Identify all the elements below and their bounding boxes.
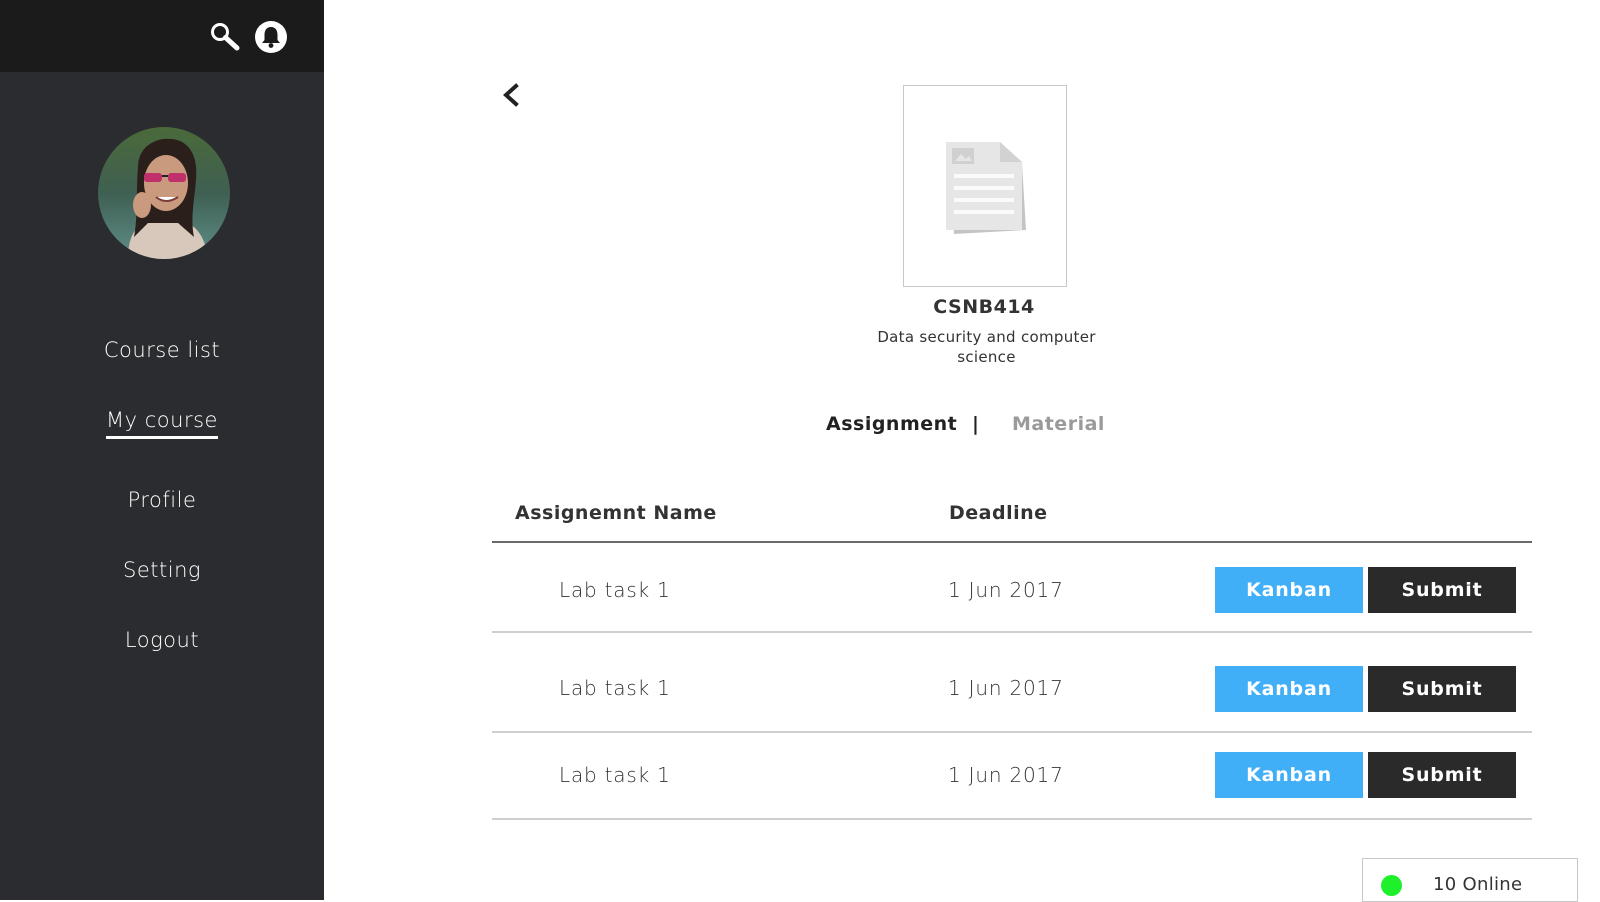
sidebar-item-setting[interactable]: Setting [0, 558, 324, 586]
online-indicator-dot [1381, 875, 1402, 896]
assignment-deadline: 1 Jun 2017 [948, 578, 1064, 602]
document-placeholder-icon [946, 142, 1026, 234]
course-thumbnail [903, 85, 1067, 287]
assignment-table: Assignemnt Name Deadline Lab task 1 1 Ju… [492, 484, 1532, 820]
table-row: Lab task 1 1 Jun 2017 Kanban Submit [492, 733, 1532, 820]
column-header-deadline: Deadline [949, 502, 1048, 524]
kanban-button[interactable]: Kanban [1215, 567, 1363, 613]
table-row: Lab task 1 1 Jun 2017 Kanban Submit [492, 543, 1532, 633]
course-tabs: Assignment | Material [804, 413, 1164, 443]
online-count: 10 Online [1433, 874, 1523, 895]
avatar-photo [98, 127, 230, 259]
sidebar-topbar [0, 0, 324, 72]
submit-button[interactable]: Submit [1368, 567, 1516, 613]
sidebar-item-logout[interactable]: Logout [0, 628, 324, 656]
assignment-deadline: 1 Jun 2017 [948, 676, 1064, 700]
kanban-button[interactable]: Kanban [1215, 752, 1363, 798]
assignment-deadline: 1 Jun 2017 [948, 763, 1064, 787]
sidebar-item-profile[interactable]: Profile [0, 488, 324, 516]
main-content: CSNB414 Data security and computer scien… [324, 0, 1600, 902]
assignment-name: Lab task 1 [559, 763, 671, 787]
kanban-button[interactable]: Kanban [1215, 666, 1363, 712]
sidebar-item-label: Logout [124, 628, 200, 652]
sidebar-item-label: Profile [127, 488, 197, 512]
sidebar-item-label: Setting [123, 558, 201, 582]
tab-material[interactable]: Material [1012, 413, 1105, 435]
column-header-name: Assignemnt Name [515, 502, 717, 524]
sidebar-item-label: Course list [103, 338, 221, 362]
bell-icon[interactable] [254, 20, 288, 54]
online-status-widget[interactable]: 10 Online [1362, 858, 1578, 902]
sidebar-item-label: My course [106, 408, 218, 439]
course-code: CSNB414 [933, 296, 1035, 318]
tab-separator: | [972, 413, 979, 435]
assignment-name: Lab task 1 [559, 578, 671, 602]
search-icon[interactable] [208, 20, 242, 54]
sidebar-item-my-course[interactable]: My course [0, 408, 324, 439]
submit-button[interactable]: Submit [1368, 666, 1516, 712]
tab-assignment[interactable]: Assignment [826, 413, 957, 435]
submit-button[interactable]: Submit [1368, 752, 1516, 798]
assignment-name: Lab task 1 [559, 676, 671, 700]
course-description: Data security and computer science [877, 328, 1096, 366]
sidebar-item-course-list[interactable]: Course list [0, 338, 324, 366]
table-row: Lab task 1 1 Jun 2017 Kanban Submit [492, 633, 1532, 733]
table-header: Assignemnt Name Deadline [492, 484, 1532, 543]
avatar[interactable] [98, 127, 230, 259]
sidebar: Course list My course Profile Setting Lo… [0, 0, 324, 900]
back-arrow-icon[interactable] [496, 80, 526, 110]
